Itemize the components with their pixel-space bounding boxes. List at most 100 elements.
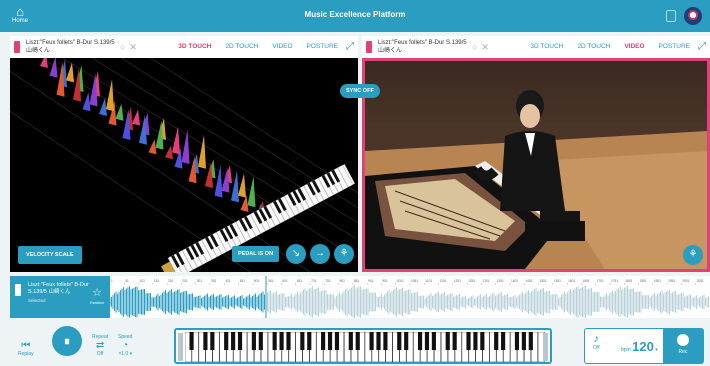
note-bar xyxy=(198,134,206,169)
tab-3d-touch[interactable]: 3D TOUCH xyxy=(530,43,563,50)
tick-label: 1801 xyxy=(625,279,632,283)
network-icon[interactable]: ⚘ xyxy=(683,245,703,265)
right-tabs: 3D TOUCH 2D TOUCH VIDEO POSTURE xyxy=(530,43,690,50)
tick-label: 701 xyxy=(311,279,317,283)
black-key xyxy=(473,332,478,350)
track-label[interactable]: Liszt:"Feux follets" B-Dur S.139/5 山崎くん … xyxy=(10,276,110,318)
note-bar xyxy=(148,139,157,155)
3d-touch-view[interactable]: VELOCITY SCALE PEDAL IS ON ↘ → ⚘ xyxy=(10,58,358,272)
black-key xyxy=(300,332,305,350)
note-bar xyxy=(240,195,249,212)
tick-label: 1601 xyxy=(568,279,575,283)
tick-label: 101 xyxy=(140,279,146,283)
black-key xyxy=(286,332,291,350)
tick-label: 151 xyxy=(154,279,160,283)
arrow-right-icon[interactable]: → xyxy=(310,244,330,264)
network-icon[interactable]: ⚘ xyxy=(334,244,354,264)
tick-label: 1551 xyxy=(554,279,561,283)
black-key xyxy=(445,332,450,350)
tab-3d-touch[interactable]: 3D TOUCH xyxy=(178,43,211,50)
arrow-down-right-icon[interactable]: ↘ xyxy=(286,244,306,264)
note-bar xyxy=(181,129,190,164)
black-key xyxy=(397,332,402,350)
black-key xyxy=(334,332,340,350)
avatar[interactable] xyxy=(684,7,702,25)
tick-label: 1051 xyxy=(411,279,418,283)
tick-label: 1 xyxy=(111,279,113,283)
expand-icon[interactable]: ⤢ xyxy=(346,41,354,52)
range-handle-right[interactable] xyxy=(543,333,548,361)
black-key xyxy=(452,332,457,350)
tab-posture[interactable]: POSTURE xyxy=(307,43,338,50)
replay-button[interactable]: ⏮ Replay xyxy=(18,340,34,357)
repeat-state: Off xyxy=(96,351,104,357)
black-key xyxy=(231,332,236,350)
note-bar xyxy=(132,109,140,126)
tempo-selector[interactable]: bpm 120 ▾ xyxy=(621,339,658,354)
right-panel: Liszt:"Feux follets" B-Dur S.139/5 山崎くん … xyxy=(362,36,710,272)
left-performer: 山崎くん xyxy=(26,48,51,54)
repeat-icon: ⇄ xyxy=(95,340,105,351)
circle-icon[interactable]: ○ xyxy=(120,42,125,52)
black-key xyxy=(528,332,533,350)
range-keyboard[interactable] xyxy=(174,328,552,364)
black-key xyxy=(480,332,485,350)
keyboard-keys xyxy=(185,332,545,362)
tab-video[interactable]: VIDEO xyxy=(624,43,644,50)
tab-video[interactable]: VIDEO xyxy=(272,43,292,50)
tick-label: 551 xyxy=(268,279,274,283)
black-key xyxy=(251,332,256,350)
pedal-button[interactable]: PEDAL IS ON xyxy=(232,246,280,262)
note-bar xyxy=(82,92,91,112)
note-bars xyxy=(40,58,265,227)
close-icon[interactable]: ✕ xyxy=(481,42,489,53)
play-pause-button[interactable]: ⏸ xyxy=(52,326,82,356)
tick-label: 1501 xyxy=(540,279,547,283)
circle-icon[interactable]: ○ xyxy=(472,42,477,52)
black-key xyxy=(327,332,333,350)
note-bar xyxy=(99,98,107,116)
tick-label: 1951 xyxy=(668,279,675,283)
note-bar xyxy=(231,170,239,203)
range-handle-left[interactable] xyxy=(178,333,183,361)
tick-label: 1151 xyxy=(440,279,447,283)
tab-posture[interactable]: POSTURE xyxy=(659,43,690,50)
black-key xyxy=(431,332,436,350)
video-view[interactable]: ⚘ xyxy=(362,58,710,272)
tab-2d-touch[interactable]: 2D TOUCH xyxy=(225,43,258,50)
speed-control[interactable]: Speed ◔ ×1.0 ▾ xyxy=(118,334,132,357)
tick-label: 801 xyxy=(340,279,346,283)
note-bar xyxy=(40,58,48,68)
tick-label: 401 xyxy=(225,279,231,283)
black-key xyxy=(424,332,430,350)
left-piece-title: Liszt:"Feux follets" B-Dur S.139/5 xyxy=(26,40,115,46)
note-bar xyxy=(66,62,74,83)
black-key xyxy=(355,332,360,350)
velocity-scale-button[interactable]: VELOCITY SCALE xyxy=(18,246,82,264)
sync-button[interactable]: SYNC OFF xyxy=(340,84,380,98)
skip-back-icon: ⏮ xyxy=(21,340,31,351)
repeat-button[interactable]: Repeat ⇄ Off xyxy=(92,334,108,357)
document-icon[interactable] xyxy=(666,10,676,22)
black-key xyxy=(224,332,229,350)
tick-label: 1301 xyxy=(482,279,489,283)
tempo-value: 120 xyxy=(632,339,654,354)
note-bar xyxy=(247,176,256,208)
expand-icon[interactable]: ⤢ xyxy=(698,41,706,52)
left-panel: Liszt:"Feux follets" B-Dur S.139/5 山崎くん … xyxy=(10,36,358,272)
waveform[interactable]: 1 51 101 151 201 251 301 351 401 451 501 551 601 651 7… xyxy=(110,276,710,318)
tick-label: 351 xyxy=(211,279,217,283)
tab-2d-touch[interactable]: 2D TOUCH xyxy=(577,43,610,50)
reaction-button[interactable]: ☆ Reaction xyxy=(90,288,104,308)
tick-label: 751 xyxy=(325,279,331,283)
record-button[interactable]: Rec xyxy=(663,329,703,363)
black-key xyxy=(348,332,353,350)
metronome-toggle[interactable]: ♪ Off xyxy=(593,333,600,351)
reaction-label: Reaction xyxy=(90,301,104,305)
close-icon[interactable]: ✕ xyxy=(129,42,137,53)
note-bar xyxy=(49,58,58,78)
app-title: Music Excellence Platform xyxy=(304,10,406,19)
black-key xyxy=(514,332,520,350)
tick-label: 1451 xyxy=(525,279,532,283)
tick-label: 301 xyxy=(197,279,203,283)
